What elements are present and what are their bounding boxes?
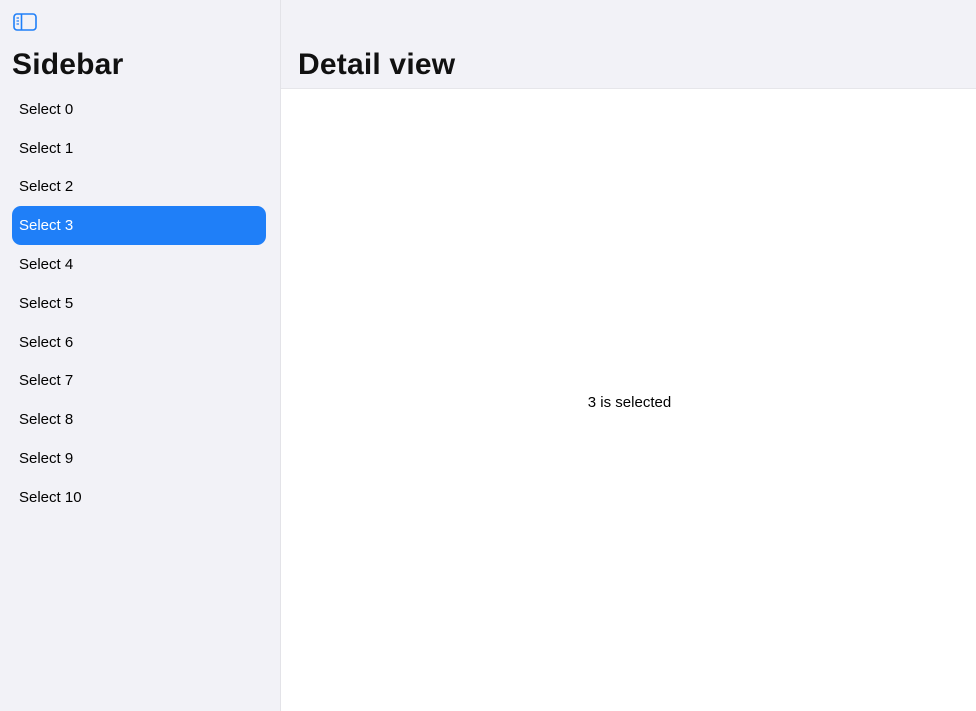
sidebar-list: Select 0 Select 1 Select 2 Select 3 Sele… bbox=[12, 90, 266, 517]
sidebar-item-select-8[interactable]: Select 8 bbox=[12, 400, 266, 439]
sidebar-item-select-1[interactable]: Select 1 bbox=[12, 129, 266, 168]
sidebar-item-select-5[interactable]: Select 5 bbox=[12, 284, 266, 323]
sidebar-item-select-0[interactable]: Select 0 bbox=[12, 90, 266, 129]
sidebar-toggle-icon-graphic bbox=[13, 13, 37, 31]
sidebar-title: Sidebar bbox=[12, 48, 124, 81]
sidebar-item-select-9[interactable]: Select 9 bbox=[12, 439, 266, 478]
sidebar-item-select-3[interactable]: Select 3 bbox=[12, 206, 266, 246]
sidebar: Sidebar Select 0 Select 1 Select 2 Selec… bbox=[0, 0, 281, 711]
detail-header: Detail view bbox=[281, 0, 976, 89]
app-window: Sidebar Select 0 Select 1 Select 2 Selec… bbox=[0, 0, 976, 711]
selection-message: 3 is selected bbox=[587, 394, 672, 411]
sidebar-item-select-10[interactable]: Select 10 bbox=[12, 478, 266, 517]
sidebar-item-select-7[interactable]: Select 7 bbox=[12, 362, 266, 401]
sidebar-item-select-4[interactable]: Select 4 bbox=[12, 245, 266, 284]
detail-content: 3 is selected bbox=[281, 89, 976, 711]
sidebar-item-select-6[interactable]: Select 6 bbox=[12, 323, 266, 362]
sidebar-item-select-2[interactable]: Select 2 bbox=[12, 168, 266, 207]
detail-title: Detail view bbox=[298, 48, 456, 81]
sidebar-toggle-icon[interactable] bbox=[13, 12, 37, 32]
